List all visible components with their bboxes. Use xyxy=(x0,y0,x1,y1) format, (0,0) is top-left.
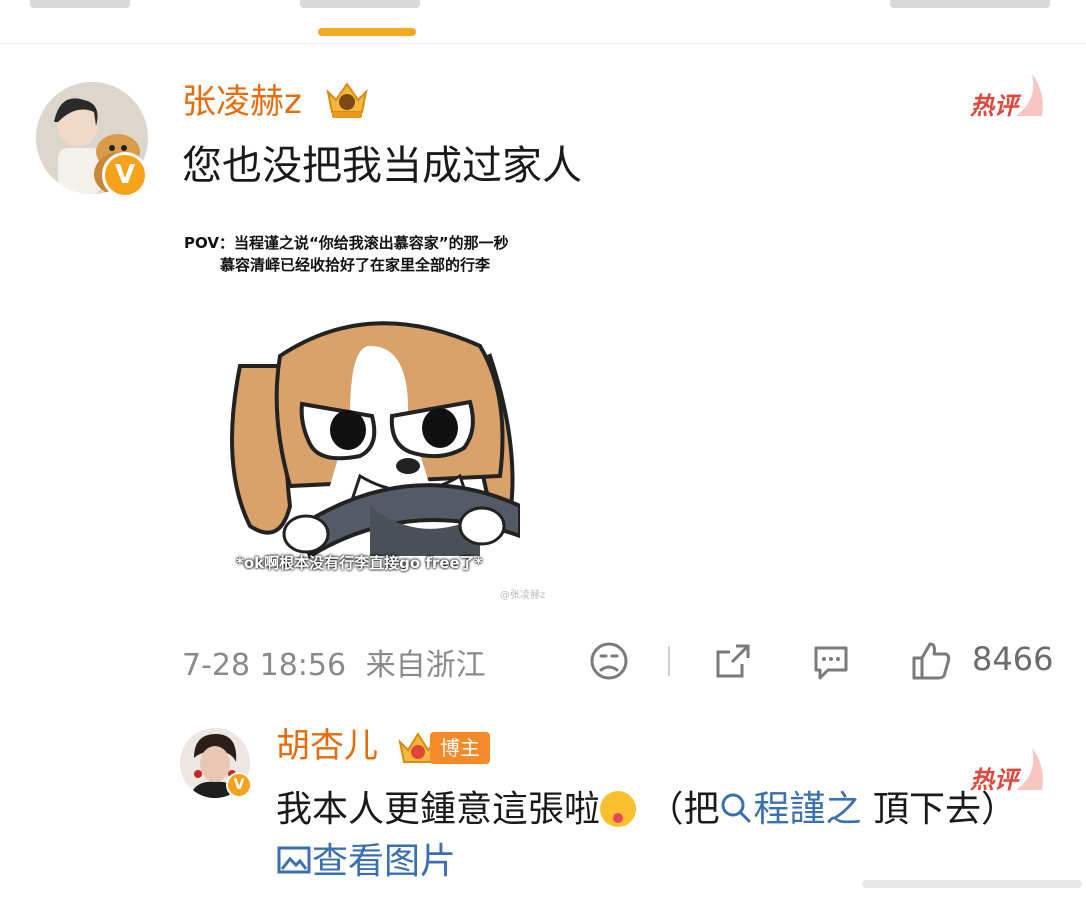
comment-time: 7-28 18:56 xyxy=(182,648,347,683)
comment-icon[interactable] xyxy=(810,640,852,682)
tab-ghost[interactable] xyxy=(30,0,130,8)
like-count: 8466 xyxy=(972,640,1054,678)
image-subtitle: *ok啊根本没有行李直接go free了* xyxy=(236,554,483,572)
flame-icon xyxy=(1016,74,1043,116)
comment-location: 来自浙江 xyxy=(365,648,486,683)
tab-ghost[interactable] xyxy=(890,0,1050,8)
view-image-label: 查看图片 xyxy=(312,841,457,882)
comment-text: 您也没把我当成过家人 xyxy=(182,143,582,189)
reply-text-end: 頂下去） xyxy=(872,789,1017,830)
home-indicator xyxy=(862,880,1082,888)
comment-meta: 7-28 18:56 来自浙江 xyxy=(182,640,486,684)
reply-text: 我本人更鍾意這張啦 （把 程謹之 頂下去） 查看图片 xyxy=(276,784,1056,888)
image-watermark: @张凌赫z xyxy=(500,590,546,601)
verified-icon: V xyxy=(226,772,252,798)
image-caption-line2: 慕容清峄已经收拾好了在家里全部的行李 xyxy=(220,256,491,274)
crown-icon xyxy=(326,82,368,118)
image-icon xyxy=(277,846,311,874)
image-caption-line1: POV：当程谨之说“你给我滚出慕容家”的那一秒 xyxy=(184,234,509,252)
dislike-icon[interactable] xyxy=(588,640,630,682)
reply-paren: （把 xyxy=(647,789,720,830)
dog-illustration xyxy=(230,321,520,559)
search-icon xyxy=(721,793,751,823)
reply-username[interactable]: 胡杏儿 xyxy=(276,726,378,766)
tab-ghost[interactable] xyxy=(300,0,420,8)
topic-link[interactable]: 程謹之 xyxy=(719,789,862,830)
divider xyxy=(668,646,670,676)
tab-active-indicator xyxy=(318,28,416,36)
top-tab-bar xyxy=(0,0,1086,44)
comment-image[interactable]: POV：当程谨之说“你给我滚出慕容家”的那一秒 慕容清峄已经收拾好了在家里全部的… xyxy=(180,224,570,604)
view-image-link[interactable]: 查看图片 xyxy=(276,841,456,882)
like-icon[interactable] xyxy=(910,640,952,682)
reply-text-start: 我本人更鍾意這張啦 xyxy=(276,789,601,830)
tongue-emoji-icon xyxy=(600,791,637,827)
comment-username[interactable]: 张凌赫z xyxy=(182,82,302,122)
hot-comment-tag: 热评 xyxy=(970,92,1018,120)
share-icon[interactable] xyxy=(712,640,754,682)
verified-icon: V xyxy=(102,152,148,198)
blogger-badge: 博主 xyxy=(430,732,490,764)
topic-link-label: 程謹之 xyxy=(753,789,862,830)
